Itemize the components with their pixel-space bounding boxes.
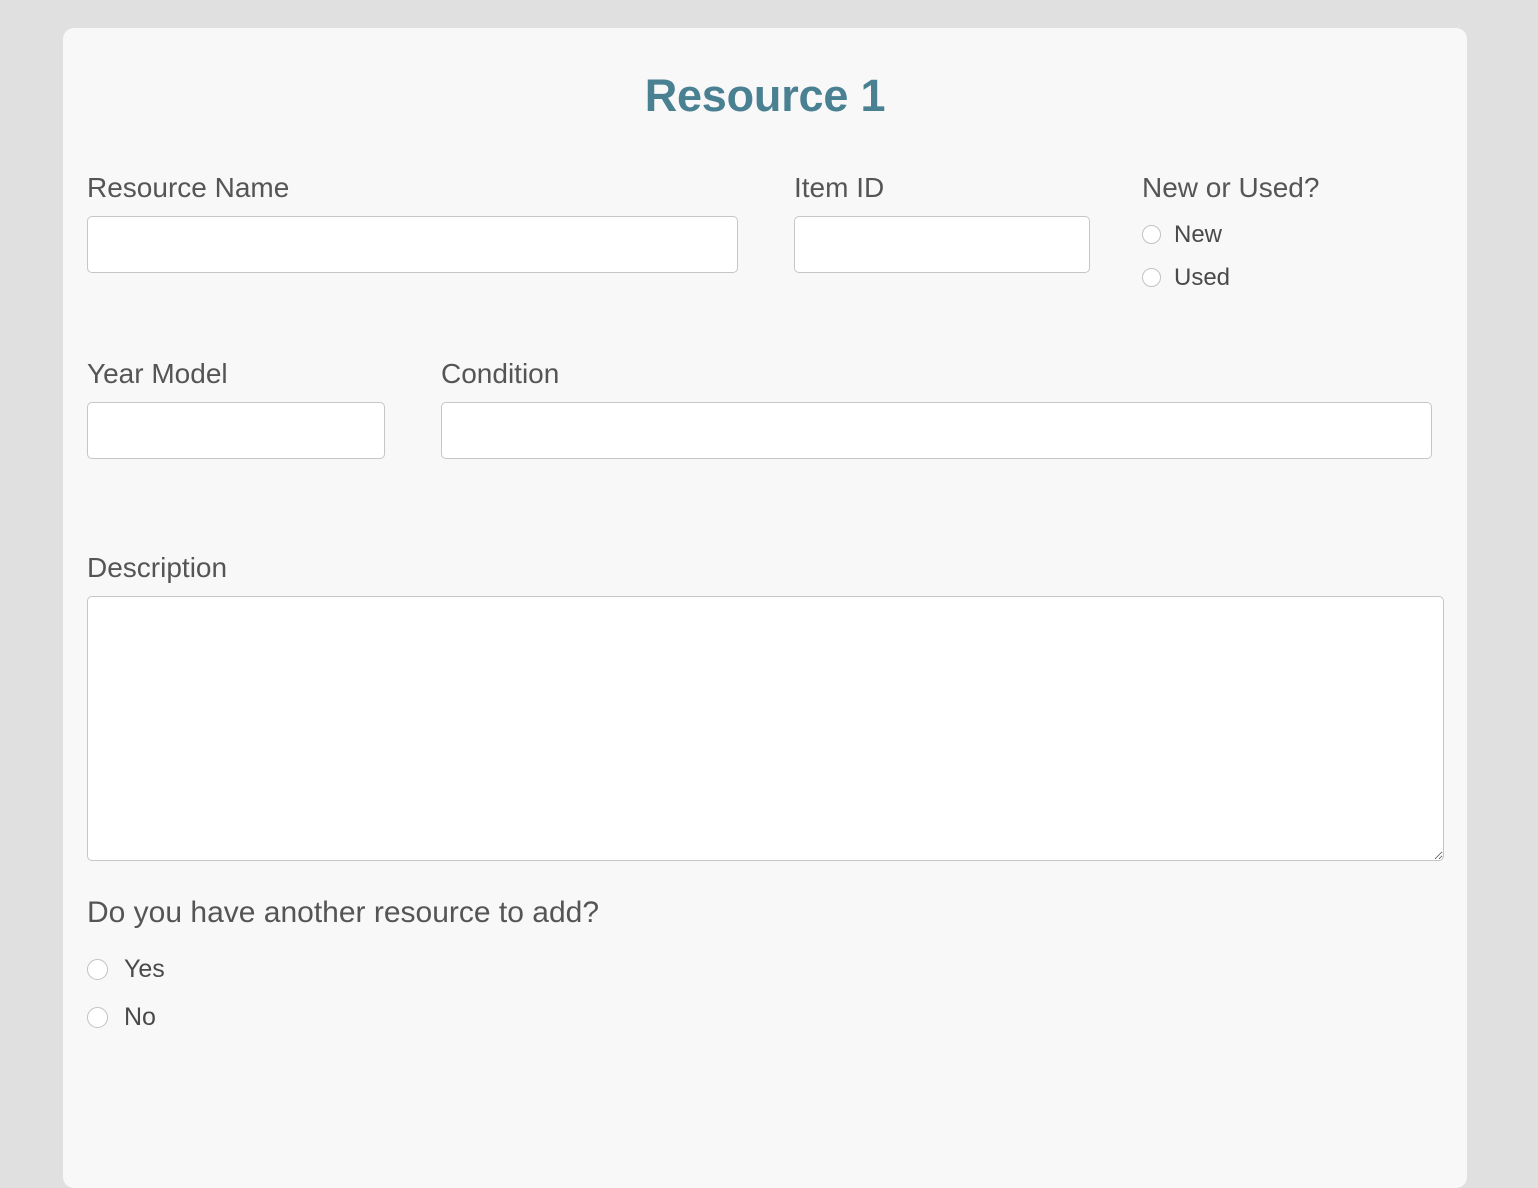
radio-option-used[interactable]: Used xyxy=(1142,256,1462,299)
new-or-used-radio-group: New Used xyxy=(1142,213,1462,299)
condition-input[interactable] xyxy=(441,402,1432,459)
condition-label: Condition xyxy=(441,356,1432,391)
resource-name-label: Resource Name xyxy=(87,170,738,205)
another-resource-label: Do you have another resource to add? xyxy=(87,895,1443,931)
radio-option-no[interactable]: No xyxy=(87,993,1443,1041)
field-new-or-used: New or Used? New Used xyxy=(1142,170,1462,299)
field-condition: Condition xyxy=(441,356,1432,459)
new-or-used-label: New or Used? xyxy=(1142,170,1462,205)
field-year-model: Year Model xyxy=(87,356,385,459)
page-title: Resource 1 xyxy=(63,28,1467,122)
radio-label-new: New xyxy=(1174,221,1222,249)
year-model-input[interactable] xyxy=(87,402,385,459)
resource-form: Resource Name Item ID New or Used? New U… xyxy=(63,170,1467,1041)
form-row-details: Year Model Condition xyxy=(87,356,1443,496)
field-another-resource: Do you have another resource to add? Yes… xyxy=(87,895,1443,1041)
field-description: Description xyxy=(87,550,1443,861)
field-resource-name: Resource Name xyxy=(87,170,738,273)
radio-label-used: Used xyxy=(1174,264,1230,292)
another-resource-radio-group: Yes No xyxy=(87,945,1443,1041)
resource-name-input[interactable] xyxy=(87,216,738,273)
radio-circle-icon[interactable] xyxy=(87,959,108,980)
description-label: Description xyxy=(87,550,1443,585)
description-textarea[interactable] xyxy=(87,596,1444,861)
radio-circle-icon[interactable] xyxy=(1142,225,1161,244)
item-id-input[interactable] xyxy=(794,216,1090,273)
radio-circle-icon[interactable] xyxy=(1142,268,1161,287)
radio-label-no: No xyxy=(124,1003,156,1032)
radio-option-new[interactable]: New xyxy=(1142,213,1462,256)
radio-label-yes: Yes xyxy=(124,955,165,984)
year-model-label: Year Model xyxy=(87,356,385,391)
form-row-identity: Resource Name Item ID New or Used? New U… xyxy=(87,170,1443,310)
radio-circle-icon[interactable] xyxy=(87,1007,108,1028)
item-id-label: Item ID xyxy=(794,170,1090,205)
radio-option-yes[interactable]: Yes xyxy=(87,945,1443,993)
resource-form-card: Resource 1 Resource Name Item ID New or … xyxy=(63,28,1467,1188)
field-item-id: Item ID xyxy=(794,170,1090,273)
